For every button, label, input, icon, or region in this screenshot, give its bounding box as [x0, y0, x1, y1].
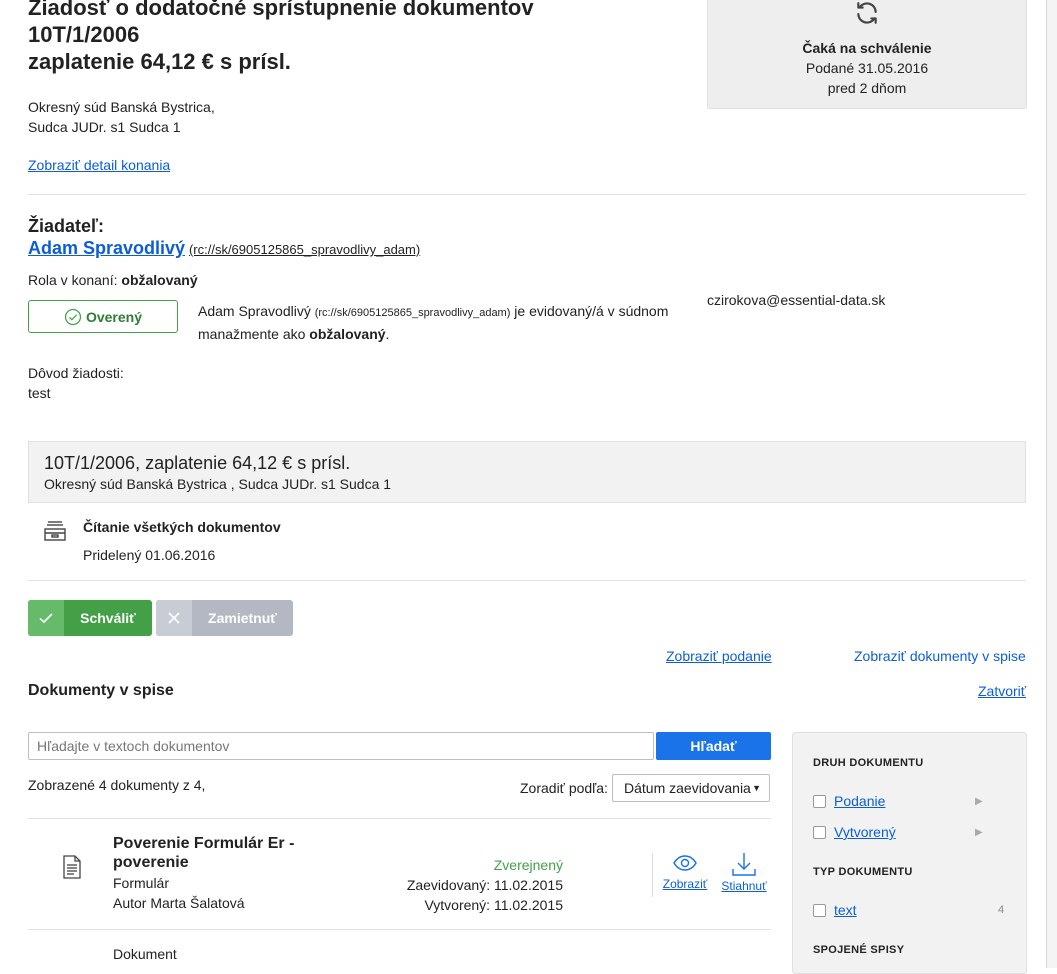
applicant-name-row: Adam Spravodlivý (rc://sk/6905125865_spr…	[28, 238, 420, 259]
divider	[652, 853, 653, 897]
document-search-input[interactable]	[28, 732, 654, 760]
divider	[28, 194, 1026, 195]
archive-tray-icon	[43, 520, 67, 545]
title-subject: zaplatenie 64,12 € s prísl.	[28, 49, 291, 74]
filter-label[interactable]: text	[834, 902, 857, 918]
submitted-date: Podané 31.05.2016	[805, 60, 929, 76]
divider	[28, 818, 771, 819]
document-status: Zverejnený	[493, 857, 563, 873]
desc-role: obžalovaný	[309, 326, 386, 342]
desc-text: je evidovaný/á v súdnom	[514, 303, 669, 319]
filter-heading-doc-type: TYP DOKUMENTU	[813, 866, 913, 878]
divider	[28, 580, 1026, 581]
applicant-id-link[interactable]: (rc://sk/6905125865_spravodlivy_adam)	[189, 242, 420, 257]
desc-text-2: manažmente ako	[198, 326, 306, 342]
approve-label: Schváliť	[80, 610, 136, 626]
list-item: Poverenie Formulár Er - poverenie Formul…	[113, 834, 294, 913]
search-button-label: Hľadať	[690, 738, 737, 754]
role-row: Rola v konaní: obžalovaný	[28, 272, 198, 288]
document-title-cont[interactable]: poverenie	[113, 853, 294, 872]
document-type: Formulár	[113, 875, 170, 891]
filter-podanie[interactable]: Podanie	[813, 793, 885, 809]
approve-button[interactable]: Schváliť	[28, 600, 152, 636]
reject-label: Zamietnuť	[208, 610, 277, 626]
expand-arrow-icon[interactable]: ▶	[975, 827, 983, 838]
sort-label: Zoradiť podľa:	[520, 780, 608, 796]
title-line-1: Žiadosť o dodatočné sprístupnenie dokume…	[28, 0, 534, 20]
status-label: Čaká na schválenie	[802, 40, 932, 56]
refresh-icon	[708, 0, 1026, 32]
verified-label: Overený	[85, 308, 143, 325]
reject-button[interactable]: Zamietnuť	[156, 600, 293, 636]
filter-text[interactable]: text	[813, 902, 857, 918]
submitted-ago: pred 2 dňom	[827, 80, 907, 96]
filters-sidebar: DRUH DOKUMENTU Podanie ▶ Vytvorený ▶ TYP…	[792, 732, 1027, 974]
eye-icon	[660, 851, 710, 875]
close-icon	[156, 600, 192, 636]
case-title: 10T/1/2006, zaplatenie 64,12 € s prísl.	[44, 453, 351, 473]
status-panel: Čaká na schválenie Podané 31.05.2016 pre…	[707, 0, 1027, 109]
sort-value: Dátum zaevidovania	[624, 780, 751, 796]
verified-badge: Overený	[28, 300, 178, 333]
check-icon	[28, 600, 64, 636]
judge-name: Sudca JUDr. s1 Sudca 1	[28, 119, 181, 135]
document-author: Autor Marta Šalatová	[113, 895, 245, 911]
applicant-description: Adam Spravodlivý (rc://sk/6905125865_spr…	[198, 303, 669, 342]
document-created: Vytvorený: 11.02.2015	[424, 897, 563, 913]
close-link[interactable]: Zatvoriť	[978, 683, 1026, 699]
filter-checkbox[interactable]	[813, 825, 826, 839]
sort-select[interactable]: Dátum zaevidovania ▼	[612, 774, 770, 802]
show-proceeding-detail-link[interactable]: Zobraziť detail konania	[28, 157, 170, 173]
page-title: Žiadosť o dodatočné sprístupnenie dokume…	[28, 0, 668, 75]
applicant-name-link[interactable]: Adam Spravodlivý	[28, 238, 185, 258]
reason-value: test	[28, 385, 51, 401]
permission-title: Čítanie všetkých dokumentov	[83, 519, 281, 535]
applicant-email: czirokova@essential-data.sk	[707, 292, 886, 308]
document-title[interactable]: Poverenie Formulár Er -	[113, 834, 294, 853]
expand-arrow-icon[interactable]: ▶	[975, 796, 983, 807]
download-document-button[interactable]: Stiahnuť	[719, 851, 769, 893]
role-label: Rola v konaní:	[28, 272, 118, 288]
document-registered: Zaevidovaný: 11.02.2015	[406, 877, 563, 893]
list-item: Dokument	[113, 946, 177, 962]
court-name: Okresný súd Banská Bystrica,	[28, 99, 215, 115]
applicant-heading: Žiadateľ:	[28, 216, 104, 236]
filter-heading-doc-kind: DRUH DOKUMENTU	[813, 757, 924, 769]
reason-block: Dôvod žiadosti: test	[28, 363, 124, 403]
desc-name: Adam Spravodlivý	[198, 303, 311, 319]
scrollbar-track[interactable]	[1047, 0, 1057, 968]
caret-down-icon: ▼	[752, 783, 761, 793]
filter-count: 4	[998, 904, 1005, 916]
filter-checkbox[interactable]	[813, 794, 826, 808]
case-subtitle: Okresný súd Banská Bystrica , Sudca JUDr…	[44, 476, 392, 492]
filter-checkbox[interactable]	[813, 903, 826, 917]
reason-label: Dôvod žiadosti:	[28, 365, 124, 381]
case-summary-box: 10T/1/2006, zaplatenie 64,12 € s prísl. …	[28, 441, 1026, 503]
filter-vytvoreny[interactable]: Vytvorený	[813, 824, 896, 840]
filter-label[interactable]: Vytvorený	[834, 824, 896, 840]
view-document-button[interactable]: Zobraziť	[660, 851, 710, 891]
court-info: Okresný súd Banská Bystrica, Sudca JUDr.…	[28, 97, 215, 137]
document-meta: Zverejnený Zaevidovaný: 11.02.2015 Vytvo…	[380, 855, 563, 915]
download-icon	[719, 851, 769, 877]
permission-assigned: Pridelený 01.06.2016	[83, 547, 216, 563]
download-document-link[interactable]: Stiahnuť	[721, 879, 766, 893]
desc-id: (rc://sk/6905125865_spravodlivy_adam)	[314, 307, 511, 319]
filter-heading-linked: SPOJENÉ SPISY	[813, 944, 905, 956]
filter-label[interactable]: Podanie	[834, 793, 885, 809]
search-button[interactable]: Hľadať	[656, 732, 771, 760]
documents-count: Zobrazené 4 dokumenty z 4,	[28, 777, 206, 793]
divider	[28, 929, 771, 930]
documents-heading: Dokumenty v spise	[28, 682, 174, 699]
show-documents-link[interactable]: Zobraziť dokumenty v spise	[854, 648, 1026, 664]
view-document-link[interactable]: Zobraziť	[663, 877, 708, 891]
role-value: obžalovaný	[121, 272, 198, 288]
check-circle-icon	[64, 308, 82, 326]
show-filing-link[interactable]: Zobraziť podanie	[666, 648, 772, 664]
document-icon	[62, 855, 82, 882]
title-case-number: 10T/1/2006	[28, 22, 140, 47]
